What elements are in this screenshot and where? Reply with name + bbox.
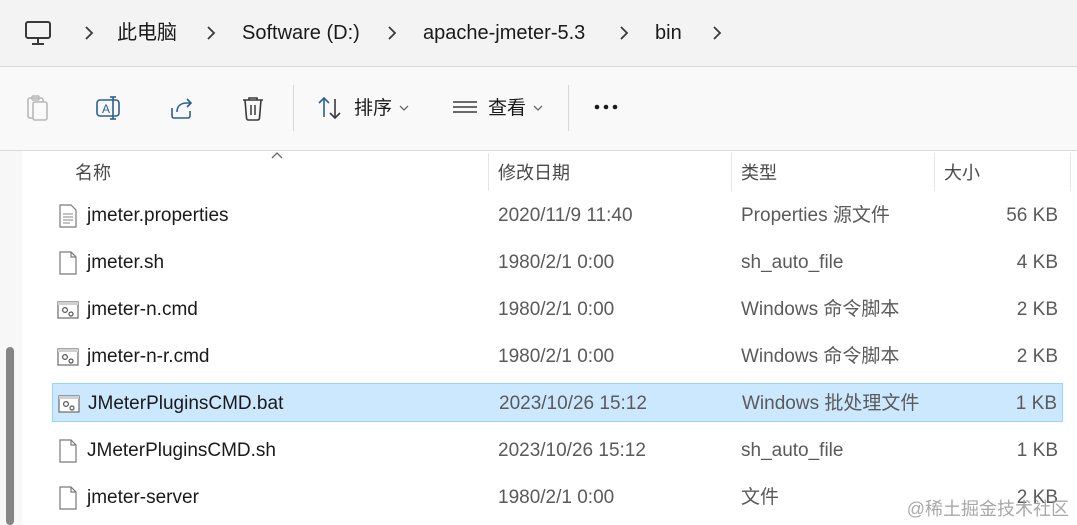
file-size: 2 KB	[1016, 299, 1058, 320]
breadcrumb-software-drive[interactable]: Software (D:)	[242, 19, 360, 47]
chevron-right-icon[interactable]	[617, 21, 631, 45]
file-type: sh_auto_file	[741, 440, 844, 461]
blank-file-icon	[59, 486, 77, 510]
file-date: 1980/2/1 0:00	[498, 346, 615, 367]
file-date: 1980/2/1 0:00	[498, 487, 615, 508]
chevron-right-icon[interactable]	[710, 21, 724, 45]
file-row-selected[interactable]: JMeterPluginsCMD.bat 2023/10/26 15:12 Wi…	[52, 383, 1063, 422]
file-type: sh_auto_file	[741, 252, 844, 273]
chevron-down-icon[interactable]	[399, 104, 409, 112]
file-size: 2 KB	[1016, 346, 1058, 367]
breadcrumb-this-pc[interactable]: 此电脑	[117, 19, 177, 47]
script-file-icon	[58, 395, 80, 413]
address-bar[interactable]: 此电脑 Software (D:) apache-jmeter-5.3 bin	[0, 0, 1077, 67]
file-date: 2023/10/26 15:12	[498, 440, 646, 461]
file-date: 2020/11/9 11:40	[498, 205, 633, 226]
share-icon[interactable]	[166, 93, 196, 123]
scrollbar-thumb[interactable]	[6, 347, 14, 525]
file-type: Windows 批处理文件	[742, 393, 920, 414]
column-divider[interactable]	[731, 153, 732, 191]
more-options-icon[interactable]	[593, 97, 619, 117]
file-size: 1 KB	[1015, 393, 1057, 414]
breadcrumb-bin[interactable]: bin	[655, 19, 682, 47]
file-list: 名称 修改日期 类型 大小 jmeter.properties 2020/11/…	[0, 151, 1077, 525]
sort-icon[interactable]	[315, 93, 345, 123]
properties-file-icon	[59, 204, 77, 228]
file-name[interactable]: jmeter-n-r.cmd	[87, 344, 209, 370]
toolbar-divider	[568, 85, 569, 131]
column-divider[interactable]	[488, 153, 489, 191]
file-row[interactable]: jmeter-n-r.cmd 1980/2/1 0:00 Windows 命令脚…	[52, 337, 1063, 376]
command-bar: A 排序 查看	[0, 67, 1077, 151]
breadcrumb-jmeter-folder[interactable]: apache-jmeter-5.3	[423, 19, 585, 47]
column-header-size[interactable]: 大小	[944, 161, 980, 185]
script-file-icon	[57, 301, 79, 319]
file-name[interactable]: jmeter-server	[87, 485, 199, 511]
chevron-right-icon[interactable]	[204, 21, 218, 45]
file-row[interactable]: JMeterPluginsCMD.sh 2023/10/26 15:12 sh_…	[52, 431, 1063, 470]
file-name[interactable]: jmeter.sh	[87, 250, 164, 276]
blank-file-icon	[59, 439, 77, 463]
file-size: 56 KB	[1006, 205, 1058, 226]
file-name[interactable]: jmeter-n.cmd	[87, 297, 198, 323]
column-divider[interactable]	[1070, 153, 1071, 191]
file-size: 4 KB	[1016, 252, 1058, 273]
chevron-right-icon[interactable]	[385, 21, 399, 45]
this-pc-icon[interactable]	[24, 20, 52, 46]
file-date: 2023/10/26 15:12	[499, 393, 647, 414]
file-size: 1 KB	[1016, 440, 1058, 461]
script-file-icon	[57, 348, 79, 366]
file-type: Windows 命令脚本	[741, 346, 900, 367]
file-row[interactable]: jmeter.sh 1980/2/1 0:00 sh_auto_file 4 K…	[52, 243, 1063, 282]
view-button-label[interactable]: 查看	[488, 96, 526, 122]
watermark: @稀土掘金技术社区	[906, 499, 1069, 519]
file-row[interactable]: jmeter.properties 2020/11/9 11:40 Proper…	[52, 196, 1063, 235]
chevron-right-icon[interactable]	[82, 21, 96, 45]
paste-icon[interactable]	[23, 93, 53, 123]
column-header-name[interactable]: 名称	[75, 161, 111, 185]
file-date: 1980/2/1 0:00	[498, 252, 615, 273]
file-type: 文件	[741, 487, 780, 508]
rename-icon[interactable]: A	[94, 93, 124, 123]
blank-file-icon	[59, 251, 77, 275]
file-name[interactable]: jmeter.properties	[87, 203, 229, 229]
file-row[interactable]: jmeter-n.cmd 1980/2/1 0:00 Windows 命令脚本 …	[52, 290, 1063, 329]
column-divider[interactable]	[934, 153, 935, 191]
file-type: Properties 源文件	[741, 205, 890, 226]
chevron-down-icon[interactable]	[533, 104, 543, 112]
column-header-type[interactable]: 类型	[741, 161, 777, 185]
file-name[interactable]: JMeterPluginsCMD.sh	[87, 438, 276, 464]
file-name[interactable]: JMeterPluginsCMD.bat	[88, 391, 283, 417]
view-icon[interactable]	[450, 93, 480, 123]
column-header-date[interactable]: 修改日期	[498, 161, 570, 185]
scrollbar-track[interactable]	[0, 151, 22, 525]
file-type: Windows 命令脚本	[741, 299, 900, 320]
sort-ascending-icon	[271, 152, 283, 159]
delete-icon[interactable]	[238, 93, 268, 123]
file-date: 1980/2/1 0:00	[498, 299, 615, 320]
svg-text:A: A	[102, 102, 110, 116]
sort-button-label[interactable]: 排序	[354, 96, 392, 122]
toolbar-divider	[293, 85, 294, 131]
